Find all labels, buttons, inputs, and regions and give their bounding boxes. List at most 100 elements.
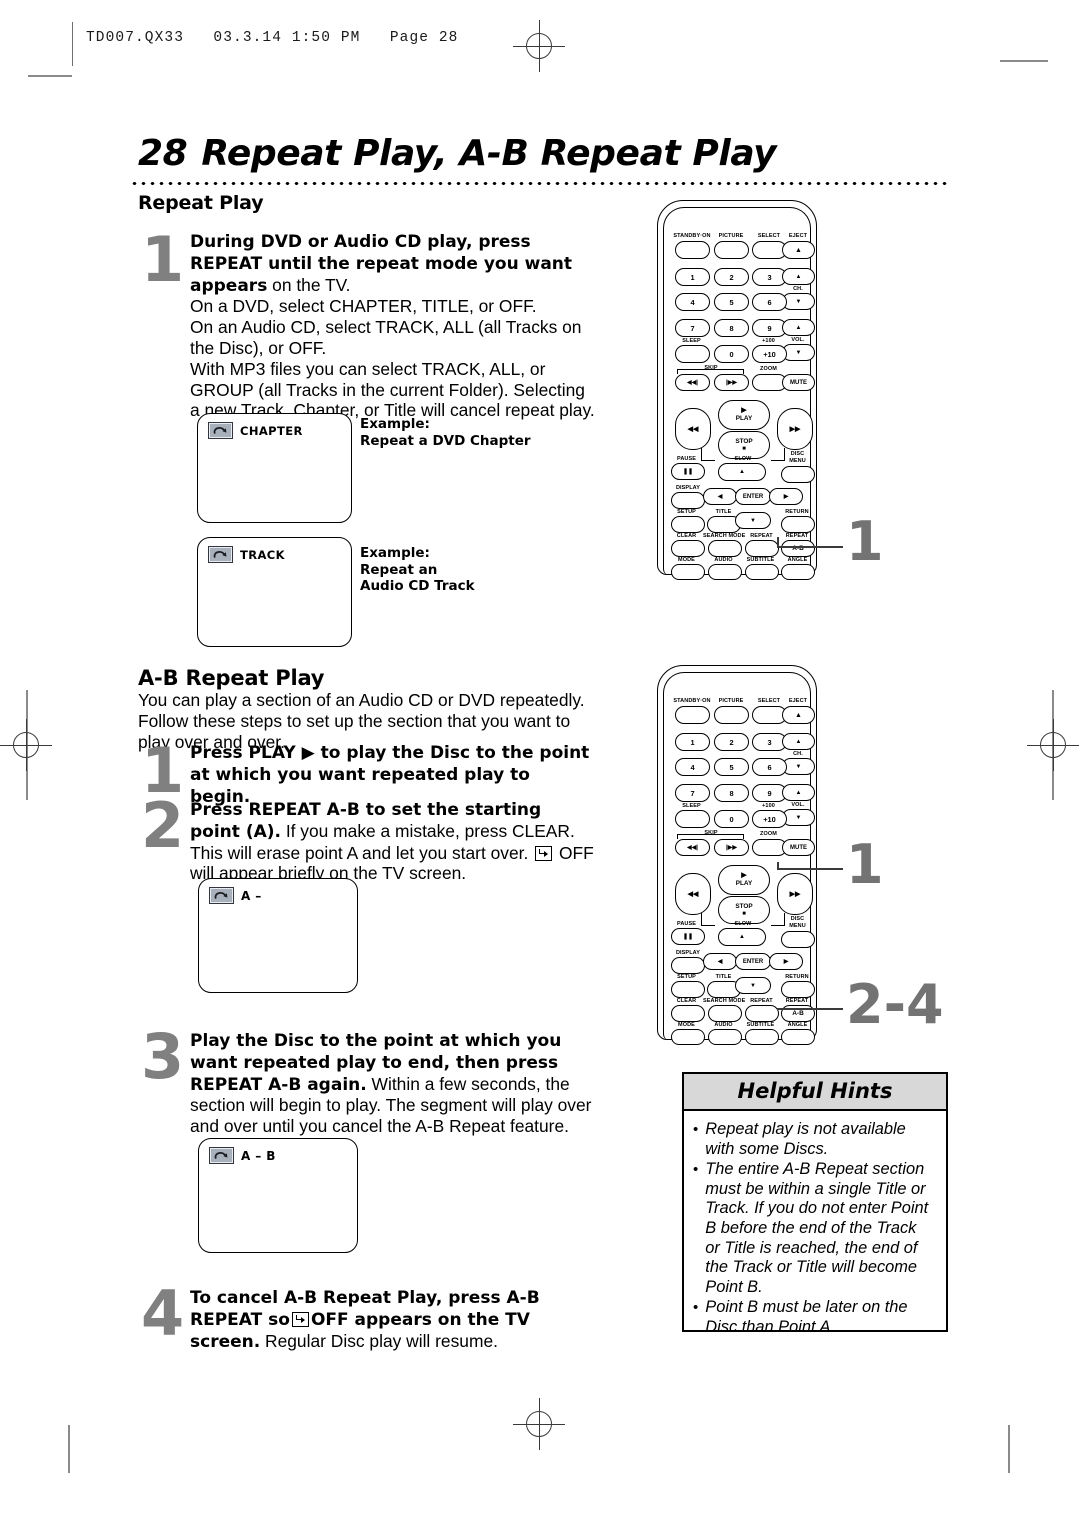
callout-leader-mid-v — [777, 862, 779, 870]
button-play[interactable]: ▶ PLAY — [718, 865, 770, 895]
button-display[interactable] — [671, 492, 705, 509]
button-num-8[interactable]: 8 — [714, 319, 749, 337]
button-num-5[interactable]: 5 — [714, 758, 749, 776]
button-search-mode[interactable] — [708, 1005, 742, 1022]
button-nav-left[interactable]: ◀ — [703, 953, 737, 970]
button-num-7[interactable]: 7 — [675, 319, 710, 337]
tv-screen-track: TRACK — [197, 537, 352, 647]
hint-text: Repeat play is not available with some D… — [705, 1120, 906, 1158]
button-nav-right[interactable]: ▶ — [769, 488, 803, 505]
bullet-icon: • — [693, 1299, 699, 1317]
button-plus10[interactable]: +10 — [752, 810, 787, 828]
button-num-1[interactable]: 1 — [675, 733, 710, 751]
button-pause[interactable]: ❚❚ — [671, 463, 705, 480]
helpful-hints-list: • Repeat play is not available with some… — [684, 1111, 946, 1349]
button-setup[interactable] — [671, 516, 705, 533]
label-return: RETURN — [785, 509, 809, 515]
button-nav-down[interactable]: ▼ — [735, 512, 771, 529]
button-num-2[interactable]: 2 — [714, 268, 749, 286]
button-num-6[interactable]: 6 — [752, 293, 787, 311]
button-angle[interactable] — [781, 564, 815, 580]
button-channel-up[interactable]: ▲ — [782, 268, 815, 285]
button-display[interactable] — [671, 957, 705, 974]
button-audio[interactable] — [708, 564, 742, 580]
button-eject[interactable]: ▲ — [782, 241, 815, 259]
button-num-0[interactable]: 0 — [714, 810, 749, 828]
button-num-7[interactable]: 7 — [675, 784, 710, 802]
button-mode[interactable] — [671, 564, 705, 580]
button-num-4[interactable]: 4 — [675, 758, 710, 776]
label-volume: VOL. — [791, 337, 805, 343]
button-repeat-ab[interactable]: A-B — [781, 540, 815, 557]
button-rewind[interactable]: ◀◀ — [675, 408, 711, 450]
label-pause: PAUSE — [676, 921, 697, 927]
button-nav-right[interactable]: ▶ — [769, 953, 803, 970]
helpful-hints-title: Helpful Hints — [684, 1074, 946, 1111]
step-text-ab-3: Play the Disc to the point at which you … — [190, 1030, 602, 1137]
button-fast-forward[interactable]: ▶▶ — [777, 873, 813, 915]
button-stop[interactable]: STOP ■ — [718, 431, 770, 459]
label-search-mode: SEARCH MODE — [703, 998, 746, 1004]
button-num-6[interactable]: 6 — [752, 758, 787, 776]
button-num-4[interactable]: 4 — [675, 293, 710, 311]
button-rewind[interactable]: ◀◀ — [675, 873, 711, 915]
button-subtitle[interactable] — [745, 1029, 779, 1045]
button-num-8[interactable]: 8 — [714, 784, 749, 802]
button-stop[interactable]: STOP ■ — [718, 896, 770, 924]
button-angle[interactable] — [781, 1029, 815, 1045]
button-picture[interactable] — [714, 706, 749, 724]
button-sleep[interactable] — [675, 810, 710, 828]
button-mode[interactable] — [671, 1029, 705, 1045]
registration-mark-right — [1027, 719, 1079, 771]
button-nav-up[interactable]: ▲ — [718, 463, 766, 481]
label-mode: MODE — [678, 1022, 695, 1028]
button-subtitle[interactable] — [745, 564, 779, 580]
button-nav-left[interactable]: ◀ — [703, 488, 737, 505]
button-skip-forward[interactable]: |▶▶ — [714, 374, 749, 391]
registration-mark-left — [0, 719, 52, 771]
label-plus100: +100 — [762, 803, 775, 809]
button-repeat[interactable] — [745, 540, 779, 557]
button-return[interactable] — [781, 516, 815, 533]
button-skip-back[interactable]: ◀◀| — [675, 374, 710, 391]
button-nav-down[interactable]: ▼ — [735, 977, 771, 994]
button-standby[interactable] — [675, 241, 710, 259]
button-search-mode[interactable] — [708, 540, 742, 557]
button-enter[interactable]: ENTER — [735, 488, 771, 505]
label-eject: EJECT — [788, 698, 808, 704]
label-channel: CH. — [793, 286, 803, 292]
button-volume-up[interactable]: ▲ — [782, 784, 815, 801]
button-num-2[interactable]: 2 — [714, 733, 749, 751]
button-channel-up[interactable]: ▲ — [782, 733, 815, 750]
button-disc-menu[interactable] — [781, 931, 815, 948]
button-skip-forward[interactable]: |▶▶ — [714, 839, 749, 856]
button-num-1[interactable]: 1 — [675, 268, 710, 286]
button-return[interactable] — [781, 981, 815, 998]
button-mute[interactable]: MUTE — [782, 839, 815, 856]
button-standby[interactable] — [675, 706, 710, 724]
button-eject[interactable]: ▲ — [782, 706, 815, 724]
button-enter[interactable]: ENTER — [735, 953, 771, 970]
button-nav-up[interactable]: ▲ — [718, 928, 766, 946]
button-audio[interactable] — [708, 1029, 742, 1045]
button-clear[interactable] — [671, 1005, 705, 1022]
remote-control-diagram-top: STANDBY·ON PICTURE SELECT EJECT ▲ 1 2 3 … — [657, 200, 817, 580]
button-mute[interactable]: MUTE — [782, 374, 815, 391]
button-fast-forward[interactable]: ▶▶ — [777, 408, 813, 450]
button-clear[interactable] — [671, 540, 705, 557]
button-num-5[interactable]: 5 — [714, 293, 749, 311]
button-volume-up[interactable]: ▲ — [782, 319, 815, 336]
step-ab-1-bold-a: Press PLAY — [190, 743, 296, 763]
button-setup[interactable] — [671, 981, 705, 998]
button-plus10[interactable]: +10 — [752, 345, 787, 363]
button-picture[interactable] — [714, 241, 749, 259]
button-skip-back[interactable]: ◀◀| — [675, 839, 710, 856]
caption-track: Example: Repeat an Audio CD Track — [360, 545, 560, 595]
repeat-icon — [209, 1147, 234, 1164]
button-repeat[interactable] — [745, 1005, 779, 1022]
button-sleep[interactable] — [675, 345, 710, 363]
button-pause[interactable]: ❚❚ — [671, 928, 705, 945]
button-disc-menu[interactable] — [781, 466, 815, 483]
button-num-0[interactable]: 0 — [714, 345, 749, 363]
button-play[interactable]: ▶ PLAY — [718, 400, 770, 430]
